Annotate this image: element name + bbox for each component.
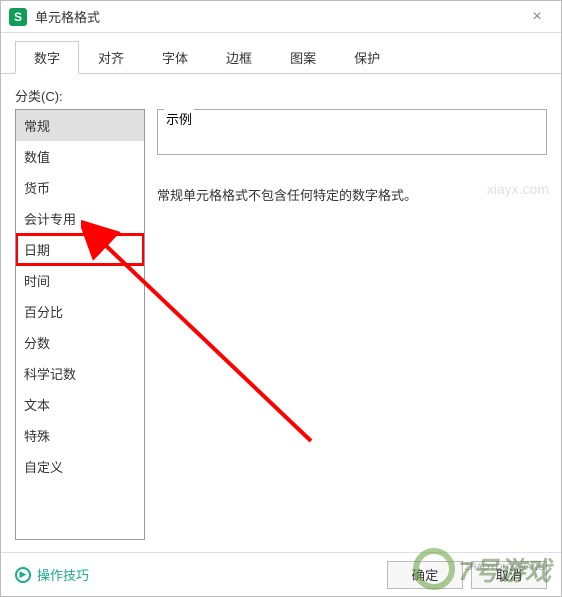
tab-2[interactable]: 字体 [143, 41, 207, 73]
tab-0[interactable]: 数字 [15, 41, 79, 74]
tips-label: 操作技巧 [37, 565, 89, 584]
category-item-1[interactable]: 数值 [16, 141, 144, 172]
category-item-10[interactable]: 特殊 [16, 420, 144, 451]
category-item-9[interactable]: 文本 [16, 389, 144, 420]
titlebar: S 单元格格式 × [1, 1, 561, 33]
category-item-0[interactable]: 常规 [16, 110, 144, 141]
format-description: 常规单元格格式不包含任何特定的数字格式。 [157, 185, 547, 204]
category-item-11[interactable]: 自定义 [16, 451, 144, 482]
app-icon: S [9, 8, 27, 26]
category-label: 分类(C): [15, 86, 547, 105]
tab-5[interactable]: 保护 [335, 41, 399, 73]
ok-button[interactable]: 确定 [387, 561, 463, 589]
tab-1[interactable]: 对齐 [79, 41, 143, 73]
category-item-8[interactable]: 科学记数 [16, 358, 144, 389]
play-icon: ▶ [15, 567, 31, 583]
category-item-7[interactable]: 分数 [16, 327, 144, 358]
watermark-sub: ZHAOYOUXIWANG [464, 562, 545, 572]
category-item-2[interactable]: 货币 [16, 172, 144, 203]
tab-content: 分类(C): 常规数值货币会计专用日期时间百分比分数科学记数文本特殊自定义 示例… [1, 74, 561, 552]
close-button[interactable]: × [521, 4, 553, 30]
cell-format-dialog: S 单元格格式 × 数字对齐字体边框图案保护 分类(C): 常规数值货币会计专用… [0, 0, 562, 597]
category-item-5[interactable]: 时间 [16, 265, 144, 296]
category-list[interactable]: 常规数值货币会计专用日期时间百分比分数科学记数文本特殊自定义 [15, 109, 145, 540]
example-label: 示例 [164, 109, 194, 128]
tab-4[interactable]: 图案 [271, 41, 335, 73]
right-panel: 示例 常规单元格格式不包含任何特定的数字格式。 [157, 109, 547, 540]
category-item-6[interactable]: 百分比 [16, 296, 144, 327]
dialog-footer: ▶ 操作技巧 确定 取消 [1, 552, 561, 596]
dialog-title: 单元格格式 [35, 7, 521, 26]
example-box: 示例 [157, 109, 547, 155]
tab-bar: 数字对齐字体边框图案保护 [1, 33, 561, 74]
tab-3[interactable]: 边框 [207, 41, 271, 73]
category-item-3[interactable]: 会计专用 [16, 203, 144, 234]
category-item-4[interactable]: 日期 [16, 234, 144, 265]
tips-link[interactable]: ▶ 操作技巧 [15, 565, 89, 584]
